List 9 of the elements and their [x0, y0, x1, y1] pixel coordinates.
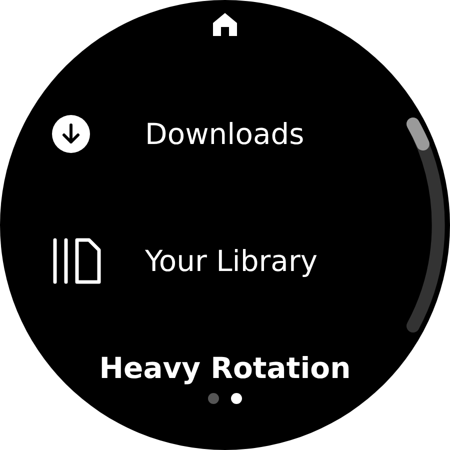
menu-item[interactable]: Downloads: [52, 115, 304, 153]
menu-item[interactable]: Your Library: [52, 237, 318, 285]
page-dot[interactable]: [231, 393, 242, 404]
download-icon: [52, 115, 90, 153]
scroll-bar[interactable]: [406, 118, 445, 332]
section-heading: Heavy Rotation: [99, 351, 351, 385]
library-icon: [52, 237, 104, 285]
home-icon[interactable]: [212, 12, 238, 36]
page-dot[interactable]: [208, 393, 219, 404]
